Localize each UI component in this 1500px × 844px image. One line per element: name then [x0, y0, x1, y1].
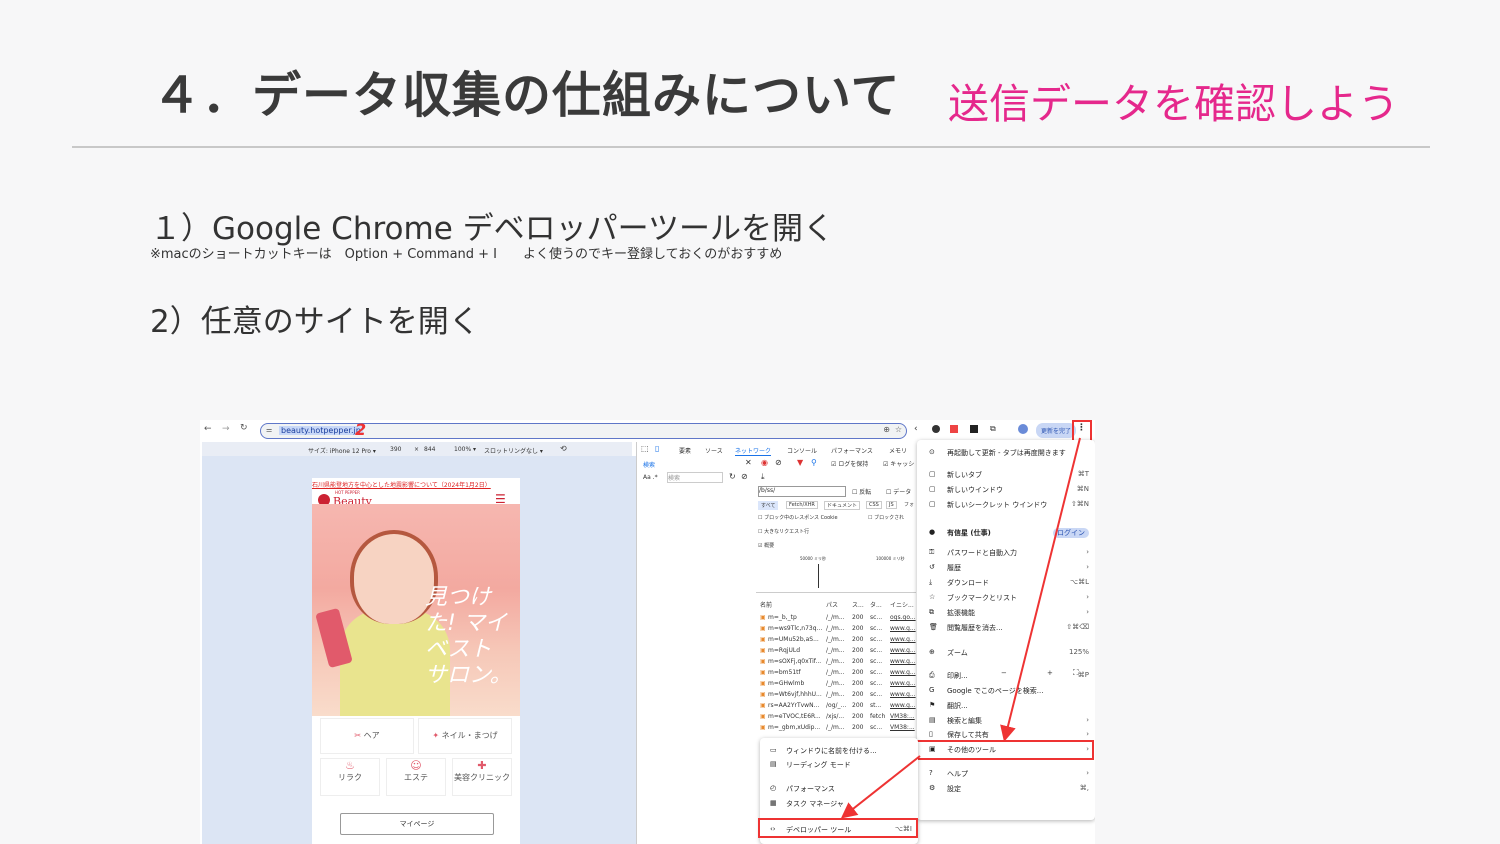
- page-subtitle: 送信データを確認しよう: [948, 80, 1399, 128]
- arrow-to-more-tools: [1000, 437, 1081, 742]
- step-2-text: 2）任意のサイトを開く: [150, 304, 480, 340]
- arrow-to-devtools: [840, 755, 921, 819]
- page-title: ４．データ収集の仕組みについて: [152, 67, 901, 124]
- step-1-text: １）Google Chrome デベロッパーツールを開く: [150, 211, 834, 247]
- shortcut-note: ※macのショートカットキーは Option + Command + I よく使…: [150, 247, 783, 262]
- browser-screenshot: ← → ↻ ⚌ beauty.hotpepper.jp ⊕ ☆ 2 ‹ ⧉ 更新…: [200, 420, 1095, 844]
- annotation-arrows: [840, 437, 1081, 819]
- title-divider: [72, 146, 1430, 148]
